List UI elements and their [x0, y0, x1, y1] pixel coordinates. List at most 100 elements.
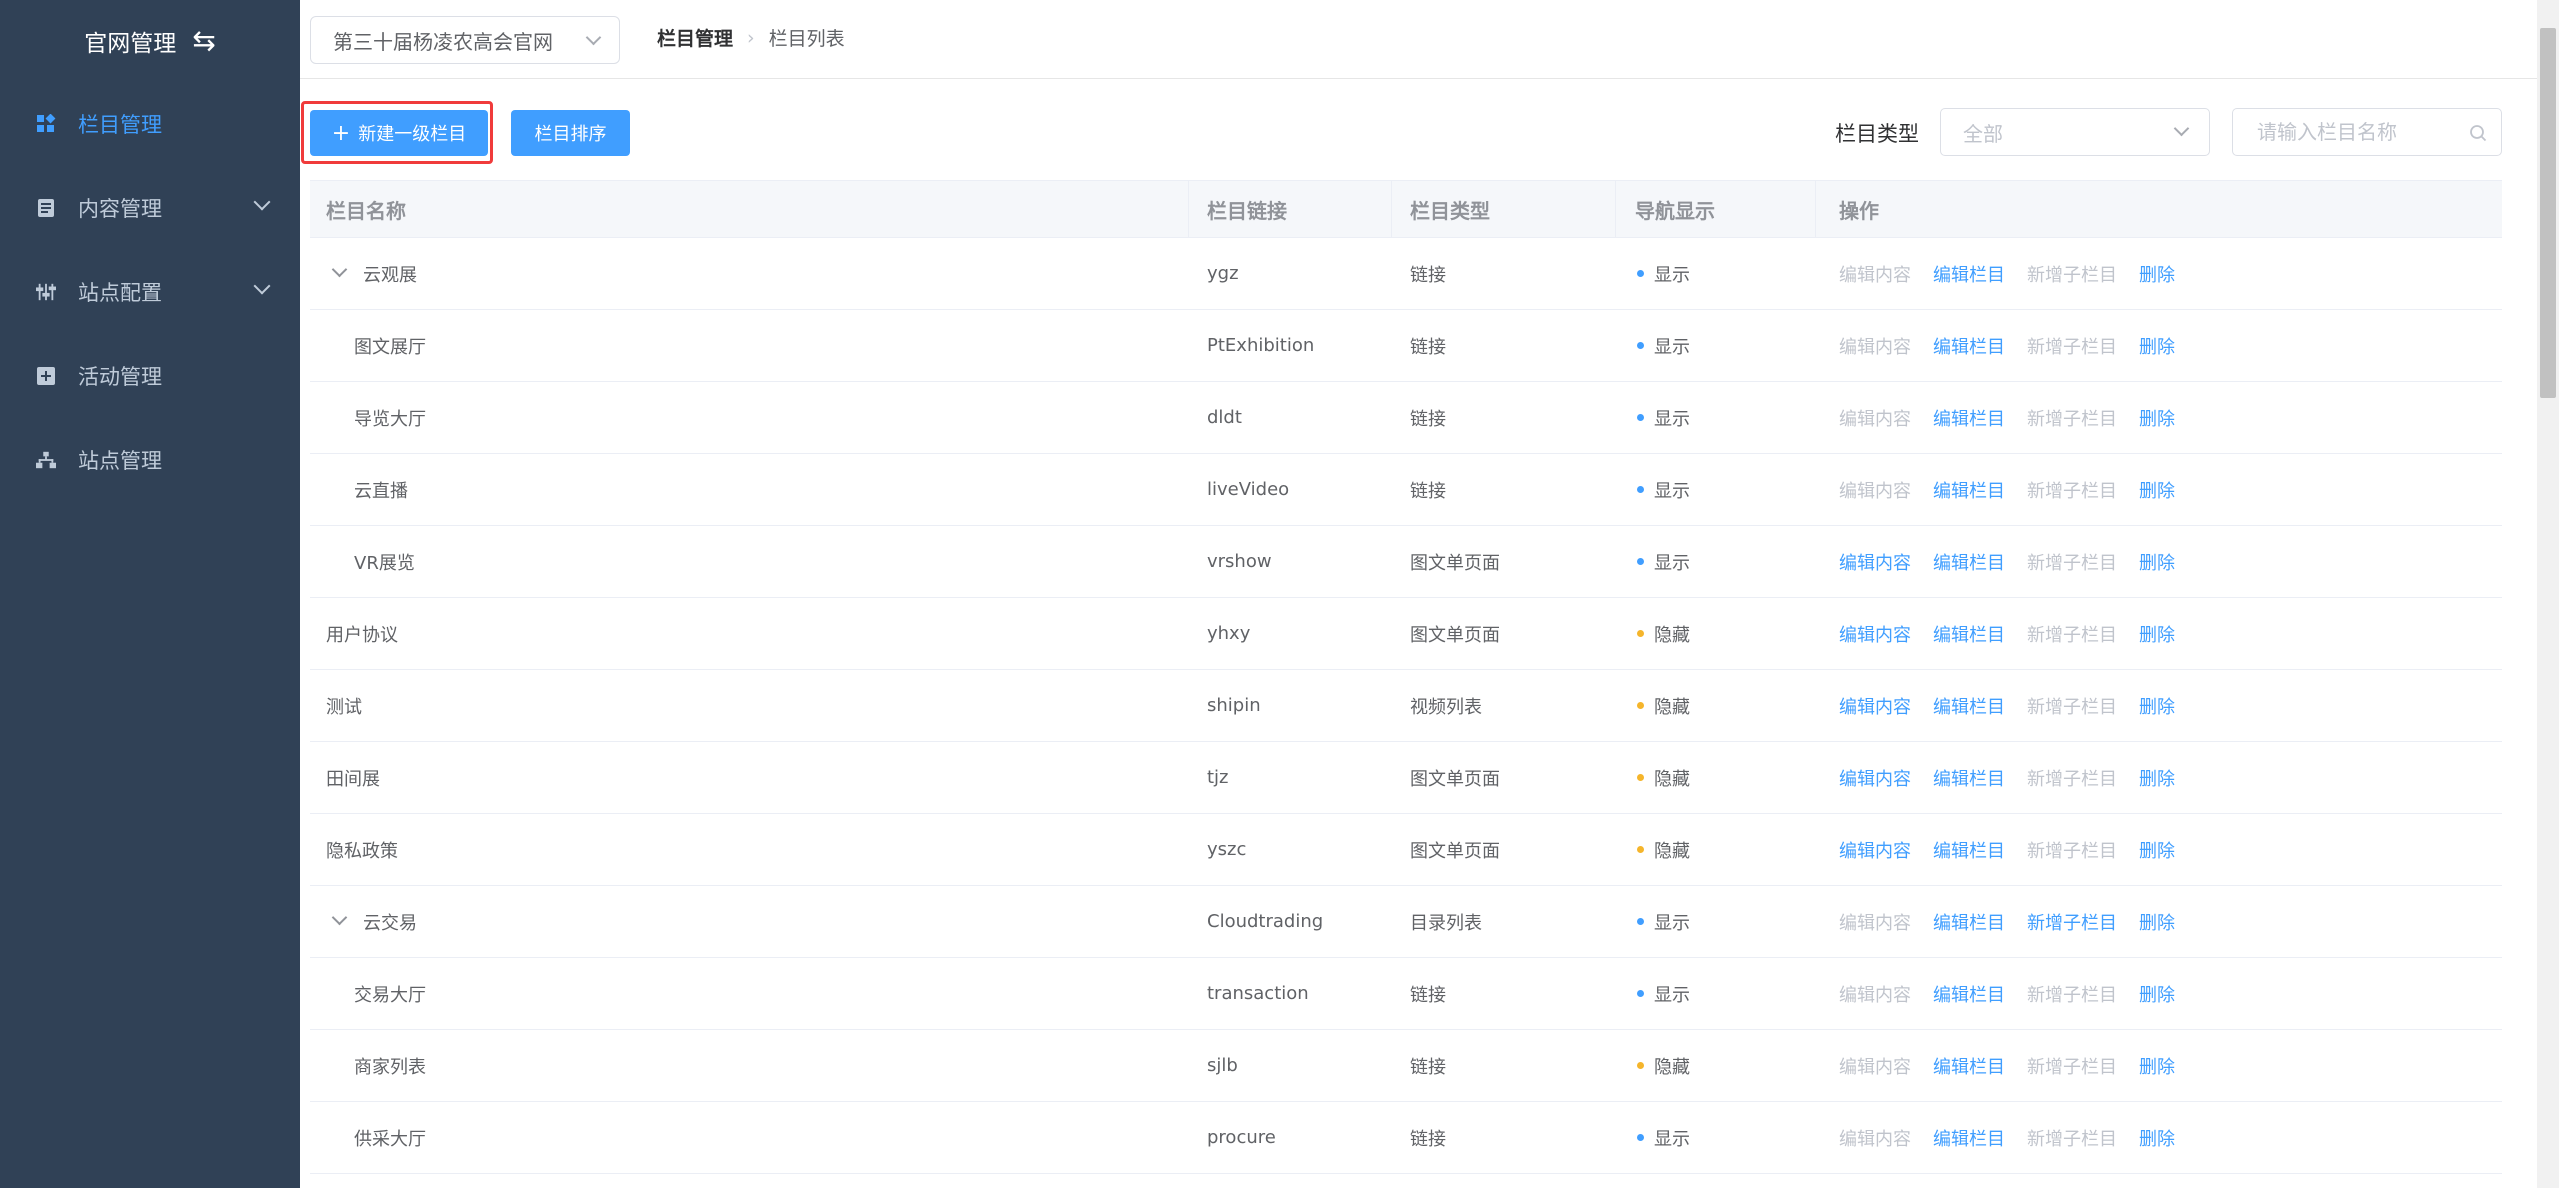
edit-content-link[interactable]: 编辑内容 [1839, 477, 1911, 503]
chevron-down-icon [585, 29, 602, 46]
add-subcolumn-link[interactable]: 新增子栏目 [2027, 261, 2117, 287]
edit-content-link[interactable]: 编辑内容 [1839, 981, 1911, 1007]
expand-arrow-icon[interactable] [331, 909, 348, 926]
page-scrollbar[interactable] [2537, 0, 2559, 1188]
edit-content-link[interactable]: 编辑内容 [1839, 765, 1911, 791]
row-actions: 编辑内容 编辑栏目 新增子栏目 删除 [1839, 958, 2197, 1029]
plus-square-icon [36, 366, 56, 386]
sidebar-item-site-config[interactable]: 站点配置 [0, 250, 300, 334]
row-nav-status: 显示 [1635, 310, 1690, 381]
row-name-cell: 商家列表 [354, 1030, 426, 1101]
site-select[interactable]: 第三十届杨凌农高会官网 [310, 16, 620, 64]
row-type: 图文单页面 [1410, 768, 1500, 790]
delete-link[interactable]: 删除 [2139, 837, 2175, 863]
sidebar-item-column-management[interactable]: 栏目管理 [0, 82, 300, 166]
row-type: 链接 [1410, 1056, 1446, 1078]
add-subcolumn-link[interactable]: 新增子栏目 [2027, 837, 2117, 863]
sort-columns-button[interactable]: 栏目排序 [511, 110, 630, 156]
add-subcolumn-link[interactable]: 新增子栏目 [2027, 1125, 2117, 1151]
add-subcolumn-link[interactable]: 新增子栏目 [2027, 981, 2117, 1007]
edit-column-link[interactable]: 编辑栏目 [1933, 981, 2005, 1007]
delete-link[interactable]: 删除 [2139, 1125, 2175, 1151]
edit-column-link[interactable]: 编辑栏目 [1933, 261, 2005, 287]
edit-content-link[interactable]: 编辑内容 [1839, 1053, 1911, 1079]
row-name: 田间展 [326, 768, 380, 790]
edit-content-link[interactable]: 编辑内容 [1839, 261, 1911, 287]
edit-content-link[interactable]: 编辑内容 [1839, 549, 1911, 575]
row-actions: 编辑内容 编辑栏目 新增子栏目 删除 [1839, 1102, 2197, 1173]
edit-content-link[interactable]: 编辑内容 [1839, 621, 1911, 647]
add-subcolumn-link[interactable]: 新增子栏目 [2027, 477, 2117, 503]
add-subcolumn-link[interactable]: 新增子栏目 [2027, 405, 2117, 431]
edit-column-link[interactable]: 编辑栏目 [1933, 837, 2005, 863]
switch-icon[interactable]: ⇆ [192, 27, 215, 55]
edit-content-link[interactable]: 编辑内容 [1839, 1125, 1911, 1151]
delete-link[interactable]: 删除 [2139, 621, 2175, 647]
row-link: yhxy [1207, 623, 1251, 644]
sidebar-item-activity-management[interactable]: 活动管理 [0, 334, 300, 418]
row-type: 链接 [1410, 264, 1446, 286]
edit-column-link[interactable]: 编辑栏目 [1933, 549, 2005, 575]
add-subcolumn-link[interactable]: 新增子栏目 [2027, 549, 2117, 575]
status-dot-icon [1637, 486, 1644, 493]
edit-column-link[interactable]: 编辑栏目 [1933, 909, 2005, 935]
chevron-down-icon [253, 193, 271, 211]
row-type: 链接 [1410, 480, 1446, 502]
delete-link[interactable]: 删除 [2139, 1053, 2175, 1079]
delete-link[interactable]: 删除 [2139, 477, 2175, 503]
edit-column-link[interactable]: 编辑栏目 [1933, 405, 2005, 431]
row-name: VR展览 [354, 552, 415, 574]
status-dot-icon [1637, 1062, 1644, 1069]
delete-link[interactable]: 删除 [2139, 261, 2175, 287]
delete-link[interactable]: 删除 [2139, 333, 2175, 359]
sort-columns-label: 栏目排序 [534, 124, 607, 145]
breadcrumb-item[interactable]: 栏目管理 [657, 24, 733, 51]
edit-content-link[interactable]: 编辑内容 [1839, 837, 1911, 863]
expand-arrow-icon[interactable] [331, 261, 348, 278]
column-name-search[interactable] [2232, 108, 2502, 156]
row-actions: 编辑内容 编辑栏目 新增子栏目 删除 [1839, 382, 2197, 453]
add-subcolumn-link[interactable]: 新增子栏目 [2027, 909, 2117, 935]
sidebar-item-content-management[interactable]: 内容管理 [0, 166, 300, 250]
edit-content-link[interactable]: 编辑内容 [1839, 909, 1911, 935]
row-link: ygz [1207, 263, 1239, 284]
delete-link[interactable]: 删除 [2139, 549, 2175, 575]
table-body: 云观展 ygz 链接 显示 编辑内容 编辑栏目 新增子栏目 删除 图文展厅 PtExhibitio… [310, 238, 2502, 1174]
add-subcolumn-link[interactable]: 新增子栏目 [2027, 621, 2117, 647]
add-subcolumn-link[interactable]: 新增子栏目 [2027, 1053, 2117, 1079]
row-nav-label: 显示 [1654, 984, 1690, 1006]
search-icon[interactable] [2469, 123, 2487, 147]
delete-link[interactable]: 删除 [2139, 909, 2175, 935]
edit-column-link[interactable]: 编辑栏目 [1933, 693, 2005, 719]
scrollbar-thumb[interactable] [2540, 28, 2556, 398]
add-subcolumn-link[interactable]: 新增子栏目 [2027, 765, 2117, 791]
row-link: transaction [1207, 983, 1309, 1004]
edit-content-link[interactable]: 编辑内容 [1839, 693, 1911, 719]
edit-content-link[interactable]: 编辑内容 [1839, 333, 1911, 359]
row-nav-status: 隐藏 [1635, 670, 1690, 741]
table-row: 田间展 tjz 图文单页面 隐藏 编辑内容 编辑栏目 新增子栏目 删除 [310, 742, 2502, 814]
delete-link[interactable]: 删除 [2139, 981, 2175, 1007]
column-name-input[interactable] [2255, 119, 2449, 145]
add-subcolumn-link[interactable]: 新增子栏目 [2027, 693, 2117, 719]
row-actions: 编辑内容 编辑栏目 新增子栏目 删除 [1839, 1030, 2197, 1101]
column-type-select[interactable]: 全部 [1940, 108, 2210, 156]
edit-column-link[interactable]: 编辑栏目 [1933, 1053, 2005, 1079]
row-name-cell: 图文展厅 [354, 310, 426, 381]
edit-content-link[interactable]: 编辑内容 [1839, 405, 1911, 431]
column-type-label: 栏目类型 [1835, 122, 1919, 146]
add-subcolumn-link[interactable]: 新增子栏目 [2027, 333, 2117, 359]
delete-link[interactable]: 删除 [2139, 765, 2175, 791]
delete-link[interactable]: 删除 [2139, 405, 2175, 431]
delete-link[interactable]: 删除 [2139, 693, 2175, 719]
edit-column-link[interactable]: 编辑栏目 [1933, 1125, 2005, 1151]
sidebar-item-site-management[interactable]: 站点管理 [0, 418, 300, 502]
edit-column-link[interactable]: 编辑栏目 [1933, 333, 2005, 359]
row-name: 云观展 [363, 264, 417, 286]
edit-column-link[interactable]: 编辑栏目 [1933, 765, 2005, 791]
edit-column-link[interactable]: 编辑栏目 [1933, 477, 2005, 503]
edit-column-link[interactable]: 编辑栏目 [1933, 621, 2005, 647]
row-nav-status: 隐藏 [1635, 1030, 1690, 1101]
row-nav-status: 隐藏 [1635, 814, 1690, 885]
table-row: 交易大厅 transaction 链接 显示 编辑内容 编辑栏目 新增子栏目 删除 [310, 958, 2502, 1030]
